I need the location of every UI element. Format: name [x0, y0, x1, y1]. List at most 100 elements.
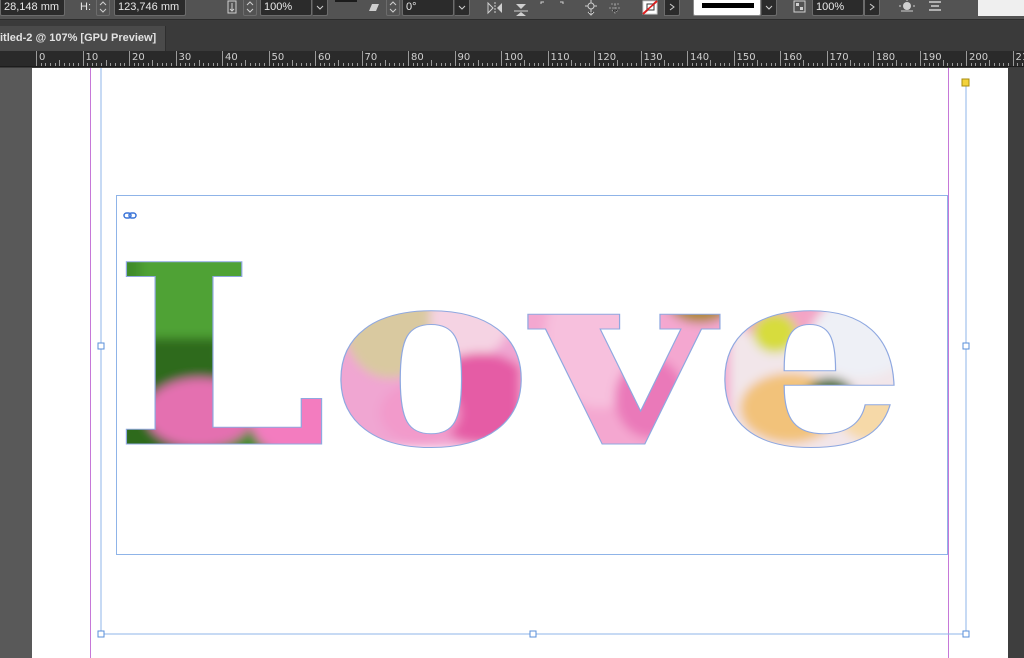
document-tab-bar: itled-2 @ 107% [GPU Preview]: [0, 21, 1024, 51]
ruler-minor-tick: [575, 63, 577, 66]
scale-y-stepper[interactable]: [243, 0, 257, 16]
ruler-minor-tick: [979, 63, 981, 66]
ruler-minor-tick: [487, 63, 489, 66]
ruler-label: 100: [504, 52, 524, 63]
ruler-minor-tick: [468, 63, 470, 66]
ruler-minor-tick: [366, 63, 368, 66]
ruler-label: 70: [364, 52, 378, 63]
frame-handle-bottom-left[interactable]: [97, 630, 105, 638]
ruler-minor-tick: [603, 63, 605, 66]
ruler-minor-tick: [412, 63, 414, 66]
ruler-minor-tick: [705, 63, 707, 66]
ruler-major-tick: [966, 51, 967, 66]
ruler-minor-tick: [952, 63, 954, 66]
stroke-type-dropdown[interactable]: [761, 0, 777, 16]
content-anchor-handle[interactable]: [961, 78, 970, 87]
ruler-label: 170: [829, 52, 849, 63]
stroke-type-selector[interactable]: [693, 0, 761, 16]
ruler-minor-tick: [240, 63, 242, 66]
ruler-minor-tick: [835, 63, 837, 66]
ruler-minor-tick: [180, 63, 182, 66]
drop-shadow-icon[interactable]: [897, 0, 917, 16]
ruler-major-tick: [687, 51, 688, 66]
ruler-minor-tick: [803, 60, 805, 66]
ruler-minor-tick: [291, 60, 293, 66]
ruler-minor-tick: [728, 63, 730, 66]
ruler-minor-tick: [714, 63, 716, 66]
scale-y-field[interactable]: 100%: [260, 0, 312, 16]
ruler-minor-tick: [1021, 63, 1023, 66]
ruler-label: 10: [85, 52, 99, 63]
fill-none-swatch[interactable]: [642, 0, 662, 16]
ruler-minor-tick: [933, 63, 935, 66]
ruler-minor-tick: [473, 63, 475, 66]
quick-apply-box[interactable]: [978, 0, 1024, 16]
ruler-label: 120: [597, 52, 617, 63]
ruler-minor-tick: [384, 60, 386, 66]
ruler-label: 90: [457, 52, 471, 63]
ruler-minor-tick: [691, 63, 693, 66]
swatch-menu-button[interactable]: [664, 0, 680, 16]
ruler-minor-tick: [631, 63, 633, 66]
ruler-minor-tick: [514, 63, 516, 66]
stroke-type-preview: [702, 3, 754, 8]
ruler-minor-tick: [798, 63, 800, 66]
ruler-minor-tick: [552, 63, 554, 66]
stroke-swatch[interactable]: [335, 0, 357, 2]
ruler-minor-tick: [896, 60, 898, 66]
ruler-minor-tick: [124, 63, 126, 66]
select-container-icon[interactable]: [538, 0, 566, 16]
select-next-object-icon[interactable]: [606, 0, 624, 16]
ruler-minor-tick: [845, 63, 847, 66]
ruler-minor-tick: [459, 63, 461, 66]
ruler-major-tick: [547, 51, 549, 66]
height-field[interactable]: 123,746 mm: [114, 0, 186, 16]
frame-handle-bottom-center[interactable]: [529, 630, 537, 638]
ruler-minor-tick: [947, 63, 949, 66]
ruler-minor-tick: [886, 63, 888, 66]
ruler-minor-tick: [859, 63, 861, 66]
ruler-label: 50: [271, 52, 285, 63]
flip-horizontal-icon[interactable]: [486, 0, 504, 16]
ruler-minor-tick: [147, 63, 149, 66]
flip-vertical-icon[interactable]: [512, 0, 530, 16]
rotation-dropdown[interactable]: [454, 0, 470, 16]
ruler-major-tick: [129, 51, 130, 66]
opacity-menu-button[interactable]: [864, 0, 880, 16]
opacity-field[interactable]: 100%: [812, 0, 864, 16]
height-stepper[interactable]: [96, 0, 110, 16]
ruler-minor-tick: [389, 63, 391, 66]
ruler-minor-tick: [198, 60, 200, 66]
scale-y-dropdown[interactable]: [312, 0, 328, 16]
select-content-icon[interactable]: [582, 0, 600, 16]
ruler-minor-tick: [287, 63, 289, 66]
horizontal-ruler[interactable]: 0 10 20 30 40 50 60 70 80 90 100 110 120 130 140 150 160…: [0, 51, 1024, 67]
rotation-field[interactable]: 0°: [402, 0, 454, 16]
ruler-minor-tick: [170, 63, 172, 66]
frame-handle-left[interactable]: [97, 342, 105, 350]
ruler-minor-tick: [73, 63, 75, 66]
frame-handle-right[interactable]: [962, 342, 970, 350]
rotation-stepper[interactable]: [386, 0, 400, 16]
ruler-minor-tick: [347, 63, 349, 66]
document-canvas[interactable]: Love: [0, 68, 1024, 658]
ruler-minor-tick: [975, 63, 977, 66]
ruler-minor-tick: [54, 63, 56, 66]
ruler-minor-tick: [924, 63, 926, 66]
ruler-label: 0: [39, 52, 46, 63]
frame-handle-bottom-right[interactable]: [962, 630, 970, 638]
ruler-minor-tick: [189, 63, 191, 66]
ruler-minor-tick: [891, 63, 893, 66]
scale-y-icon[interactable]: [224, 0, 240, 16]
ruler-minor-tick: [445, 63, 447, 66]
x-position-field[interactable]: 28,148 mm: [0, 0, 65, 16]
ruler-minor-tick: [561, 63, 563, 66]
ruler-minor-tick: [812, 63, 814, 66]
ruler-minor-tick: [570, 60, 572, 66]
ruler-minor-tick: [863, 63, 865, 66]
document-tab[interactable]: itled-2 @ 107% [GPU Preview]: [0, 26, 166, 51]
effects-icon[interactable]: [926, 0, 944, 16]
ruler-minor-tick: [156, 63, 158, 66]
shear-icon[interactable]: [366, 0, 382, 16]
ruler-minor-tick: [621, 63, 623, 66]
